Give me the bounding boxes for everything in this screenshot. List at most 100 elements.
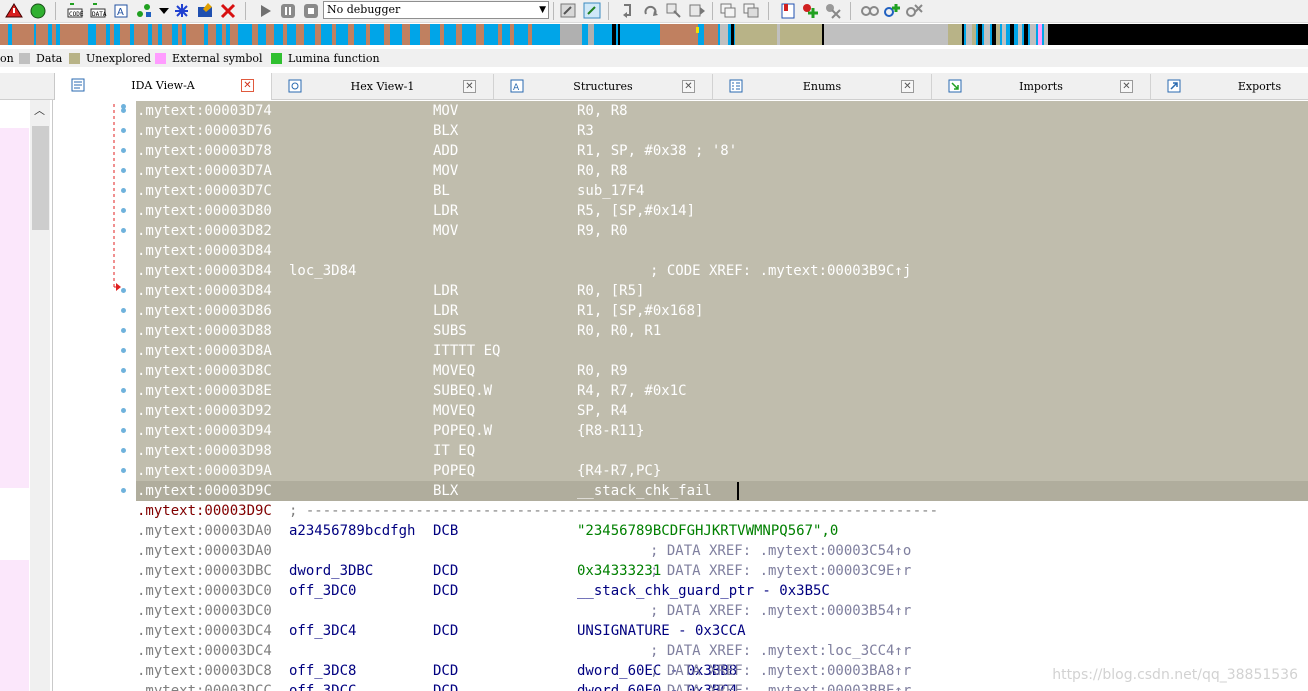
- watch-add-icon[interactable]: [884, 2, 902, 19]
- navband-segment: [12, 24, 34, 45]
- functions-pane[interactable]: ︿: [0, 100, 53, 691]
- dropdown-icon[interactable]: [156, 2, 174, 19]
- listing-comment: ; DATA XREF: .mytext:00003BBE↑r: [650, 683, 912, 691]
- navband-segment: [0, 24, 8, 45]
- chevron-up-icon[interactable]: ︿: [34, 102, 45, 118]
- listing-line[interactable]: .mytext:00003D98 IT EQ: [136, 441, 1308, 461]
- listing-line[interactable]: .mytext:00003D76 BLX R3: [136, 121, 1308, 141]
- navband-segment: [178, 24, 182, 45]
- instruction-dot-icon: [121, 188, 126, 193]
- cross-icon[interactable]: [173, 2, 191, 19]
- listing-mnemonic: ITTTT EQ: [433, 343, 501, 359]
- step-into-icon[interactable]: [619, 2, 637, 19]
- window2-icon[interactable]: [742, 2, 760, 19]
- watch-icon[interactable]: [861, 2, 879, 19]
- window-icon[interactable]: [719, 2, 737, 19]
- listing-label: dword_3DBC: [289, 563, 374, 579]
- listing-line[interactable]: .mytext:00003D84 loc_3D84 ; CODE XREF: .my…: [136, 261, 1308, 281]
- scroll-thumb[interactable]: [32, 126, 49, 230]
- debug-step-icon[interactable]: [559, 2, 577, 19]
- listing-line[interactable]: .mytext:00003D9A POPEQ {R4-R7,PC}: [136, 461, 1308, 481]
- close-icon[interactable]: ✕: [241, 79, 254, 92]
- listing-operand: __stack_chk_fail: [577, 483, 712, 499]
- vertical-scrollbar[interactable]: ︿: [30, 100, 50, 691]
- listing-line[interactable]: .mytext:00003D94 POPEQ.W {R8-R11}: [136, 421, 1308, 441]
- listing-line[interactable]: .mytext:00003D8A ITTTT EQ: [136, 341, 1308, 361]
- listing-operand: R3: [577, 123, 594, 139]
- listing-mnemonic: SUBEQ.W: [433, 383, 493, 399]
- listing-line[interactable]: .mytext:00003D86 LDR R1, [SP,#0x168]: [136, 301, 1308, 321]
- listing-line[interactable]: .mytext:00003DC4 ; DATA XREF: .mytext:loc…: [136, 641, 1308, 661]
- instruction-dot-icon: [121, 408, 126, 413]
- stop-icon[interactable]: [302, 2, 320, 19]
- breakpoint-add-icon[interactable]: [801, 2, 819, 19]
- breakpoint-del-icon[interactable]: [824, 2, 842, 19]
- listing-line[interactable]: .mytext:00003DA0 ; DATA XREF: .mytext:000…: [136, 541, 1308, 561]
- listing-mnemonic: DCB: [433, 523, 459, 539]
- close-icon[interactable]: ✕: [463, 80, 476, 93]
- listing-line[interactable]: .mytext:00003D88 SUBS R0, R0, R1: [136, 321, 1308, 341]
- listing-line[interactable]: .mytext:00003D8E SUBEQ.W R4, R7, #0x1C: [136, 381, 1308, 401]
- step-over-icon[interactable]: [642, 2, 660, 19]
- close-red-icon[interactable]: [219, 2, 237, 19]
- tab-imports[interactable]: Imports ✕: [932, 74, 1151, 99]
- close-icon[interactable]: ✕: [1120, 80, 1133, 93]
- close-icon[interactable]: ✕: [901, 80, 914, 93]
- listing-line[interactable]: .mytext:00003D78 ADD R1, SP, #0x38 ; '8': [136, 141, 1308, 161]
- data-icon[interactable]: DATA: [89, 2, 107, 19]
- listing-address: .mytext:00003D88: [137, 323, 272, 339]
- listing-line[interactable]: .mytext:00003D84: [136, 241, 1308, 261]
- listing-mnemonic: SUBS: [433, 323, 467, 339]
- step-out-icon[interactable]: [665, 2, 683, 19]
- svg-text:CODE: CODE: [69, 11, 84, 18]
- text-icon[interactable]: A: [112, 2, 130, 19]
- navband-segment: [208, 24, 216, 45]
- green-circle-icon[interactable]: [29, 2, 47, 19]
- close-icon[interactable]: ✕: [682, 80, 695, 93]
- navigation-band[interactable]: [0, 24, 1308, 45]
- navband-segment: [948, 24, 962, 45]
- tab-structures[interactable]: A Structures ✕: [494, 74, 713, 99]
- pause-icon[interactable]: [279, 2, 297, 19]
- debug-run-icon[interactable]: [583, 2, 601, 19]
- listing-line[interactable]: .mytext:00003D92 MOVEQ SP, R4: [136, 401, 1308, 421]
- listing-line[interactable]: .mytext:00003DC4 off_3DC4 DCD UNSIGNATURE -…: [136, 621, 1308, 641]
- listing-line[interactable]: .mytext:00003D9C BLX __stack_chk_fail: [136, 481, 1308, 501]
- listing-line[interactable]: .mytext:00003DC0 ; DATA XREF: .mytext:000…: [136, 601, 1308, 621]
- navband-segment: [560, 24, 582, 45]
- disassembly-listing[interactable]: .mytext:00003D74 MOV R0, R8 .mytext:00003D7…: [136, 100, 1308, 691]
- debugger-select[interactable]: No debugger ▼: [323, 1, 549, 19]
- run-to-cursor-icon[interactable]: [688, 2, 706, 19]
- listing-line[interactable]: .mytext:00003DBC dword_3DBC DCD 0x34333231;…: [136, 561, 1308, 581]
- warning-icon[interactable]: [5, 2, 23, 19]
- listing-line[interactable]: .mytext:00003D84 LDR R0, [R5]: [136, 281, 1308, 301]
- listing-line[interactable]: .mytext:00003D7C BL sub_17F4: [136, 181, 1308, 201]
- listing-line[interactable]: .mytext:00003DC0 off_3DC0 DCD __stack_chk_g…: [136, 581, 1308, 601]
- watch-del-icon[interactable]: [906, 2, 924, 19]
- instruction-dot-icon: [121, 288, 126, 293]
- listing-label: a23456789bcdfgh: [289, 523, 416, 539]
- listing-line[interactable]: .mytext:00003D9C ; ----------------------…: [136, 501, 1308, 521]
- bookmark-icon[interactable]: [779, 2, 797, 19]
- listing-address: .mytext:00003D7A: [137, 163, 272, 179]
- tab-hex-view-1[interactable]: Hex View-1 ✕: [272, 74, 494, 99]
- code-icon[interactable]: CODE: [66, 2, 84, 19]
- listing-operand: {R8-R11}: [577, 423, 645, 439]
- listing-line[interactable]: .mytext:00003D80 LDR R5, [SP,#0x14]: [136, 201, 1308, 221]
- tab-exports[interactable]: Exports: [1151, 74, 1308, 99]
- listing-line[interactable]: .mytext:00003DA0 a23456789bcdfgh DCB "23456…: [136, 521, 1308, 541]
- listing-address: .mytext:00003D9A: [137, 463, 272, 479]
- play-icon[interactable]: [256, 2, 274, 19]
- listing-mnemonic: MOV: [433, 103, 459, 119]
- tab-ida-view-a[interactable]: IDA View-A ✕: [54, 73, 272, 100]
- listing-line[interactable]: .mytext:00003D7A MOV R0, R8: [136, 161, 1308, 181]
- listing-line[interactable]: .mytext:00003D82 MOV R9, R0: [136, 221, 1308, 241]
- open-icon[interactable]: [196, 2, 214, 19]
- struct-icon[interactable]: [135, 2, 153, 19]
- listing-line[interactable]: .mytext:00003D8C MOVEQ R0, R9: [136, 361, 1308, 381]
- swatch-icon: [271, 52, 282, 64]
- listing-line[interactable]: .mytext:00003D74 MOV R0, R8: [136, 101, 1308, 121]
- tab-enums[interactable]: Enums ✕: [713, 74, 932, 99]
- instruction-dot-icon: [121, 148, 126, 153]
- navband-segment: [230, 24, 238, 45]
